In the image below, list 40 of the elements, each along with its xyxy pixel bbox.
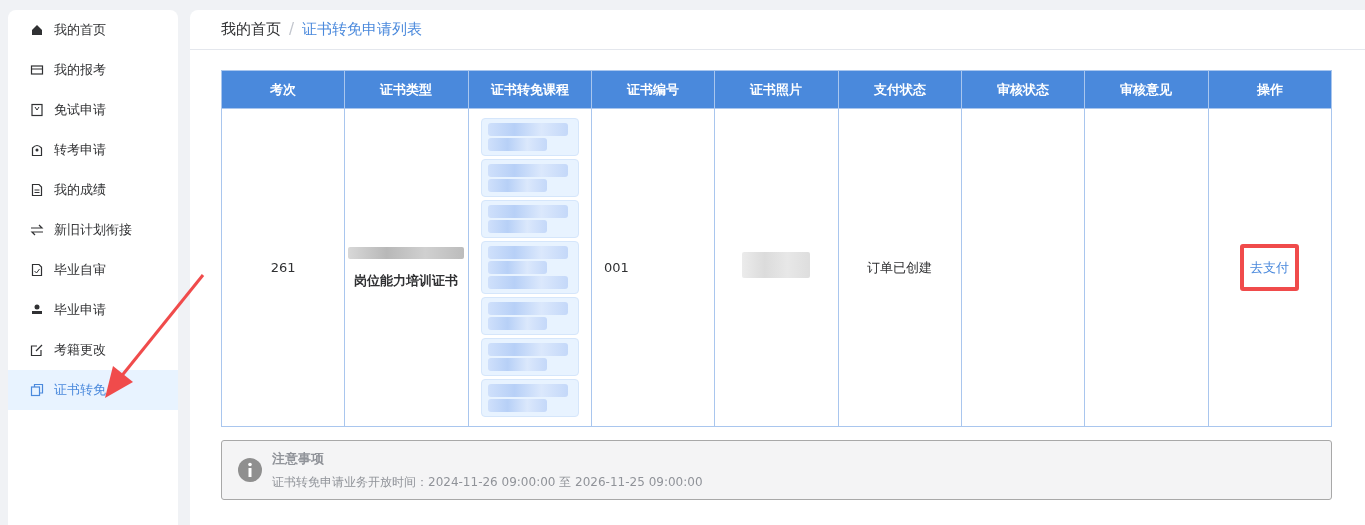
column-header: 支付状态 bbox=[838, 70, 962, 109]
sidebar-item[interactable]: 我的首页 bbox=[8, 10, 178, 50]
table-cell: 001 bbox=[591, 108, 715, 427]
column-header: 证书照片 bbox=[714, 70, 839, 109]
column-header: 考次 bbox=[221, 70, 345, 109]
sidebar-item[interactable]: 我的成绩 bbox=[8, 170, 178, 210]
copy-icon bbox=[30, 383, 44, 397]
sidebar-item[interactable]: 毕业申请 bbox=[8, 290, 178, 330]
book-icon bbox=[30, 103, 44, 117]
document-icon bbox=[30, 183, 44, 197]
column-header: 证书编号 bbox=[591, 70, 715, 109]
column-header: 操作 bbox=[1208, 70, 1332, 109]
column-header: 证书类型 bbox=[344, 70, 469, 109]
swap-arrows-icon bbox=[30, 223, 44, 237]
info-icon bbox=[238, 457, 262, 482]
notice-text: 证书转免申请业务开放时间：2024-11-26 09:00:00 至 2026-11-25 09:00:00 bbox=[272, 473, 703, 491]
table-cell: 261 bbox=[221, 108, 345, 427]
breadcrumb-separator: / bbox=[289, 19, 295, 41]
blurred-photo bbox=[742, 251, 811, 278]
notice-title: 注意事项 bbox=[272, 450, 325, 468]
home-icon bbox=[30, 23, 44, 37]
sidebar-item[interactable]: 新旧计划衔接 bbox=[8, 210, 178, 250]
tray-icon bbox=[30, 63, 44, 77]
column-header: 审核状态 bbox=[961, 70, 1085, 109]
breadcrumb-link[interactable]: 我的首页 bbox=[221, 18, 281, 41]
column-header: 证书转免课程 bbox=[468, 70, 592, 109]
column-header: 审核意见 bbox=[1084, 70, 1209, 109]
badge-icon bbox=[30, 143, 44, 157]
sidebar-item[interactable]: 考籍更改 bbox=[8, 330, 178, 370]
sidebar-item[interactable]: 毕业自审 bbox=[8, 250, 178, 290]
sidebar-item[interactable]: 我的报考 bbox=[8, 50, 178, 90]
table-cell-text: 岗位能力培训证书 bbox=[353, 271, 460, 290]
sidebar-item[interactable]: 免试申请 bbox=[8, 90, 178, 130]
edit-icon bbox=[30, 343, 44, 357]
table-cell: 订单已创建 bbox=[838, 108, 962, 427]
breadcrumb-current: 证书转免申请列表 bbox=[302, 19, 423, 41]
pay-link[interactable]: 去支付 bbox=[1240, 243, 1300, 292]
checked-document-icon bbox=[30, 263, 44, 277]
person-icon bbox=[30, 303, 44, 317]
sidebar-item[interactable]: 转考申请 bbox=[8, 130, 178, 170]
